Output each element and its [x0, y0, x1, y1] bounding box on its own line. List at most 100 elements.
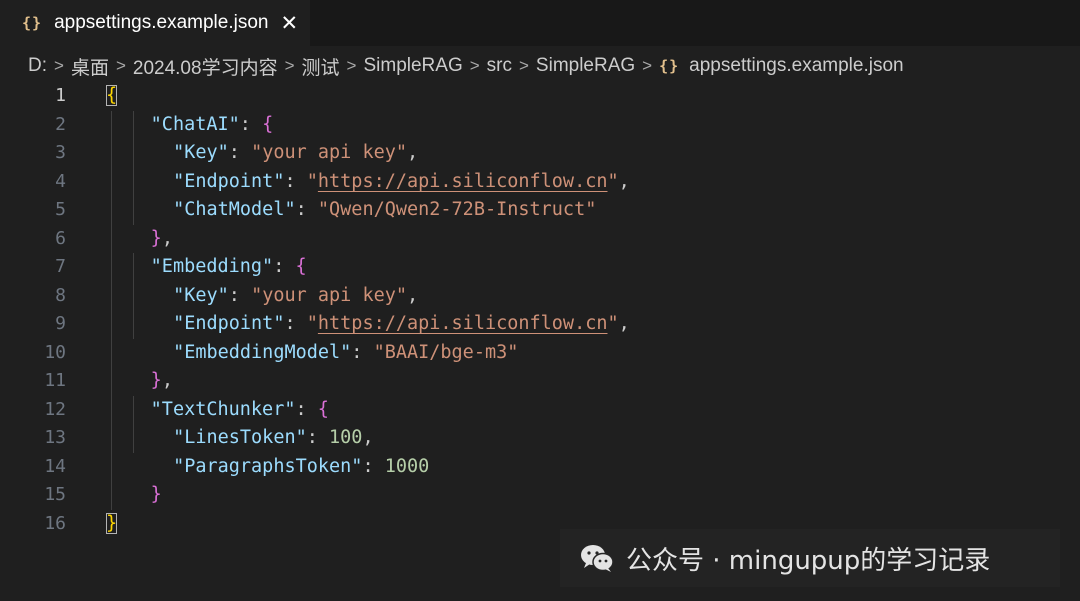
- code-line[interactable]: 4 "Endpoint": "https://api.siliconflow.c…: [0, 168, 1080, 197]
- line-number: 2: [55, 113, 66, 135]
- line-number: 1: [55, 85, 66, 106]
- code-line[interactable]: 12 "TextChunker": {: [0, 396, 1080, 425]
- code-token: ": [306, 170, 318, 192]
- line-number: 9: [55, 313, 66, 334]
- code-token: :: [295, 398, 318, 420]
- code-content: "ParagraphsToken": 1000: [151, 453, 429, 482]
- code-token: "Key": [173, 284, 229, 306]
- code-token: :: [228, 142, 252, 163]
- code-line[interactable]: 13 "LinesToken": 100,: [0, 424, 1080, 453]
- line-number: 15: [44, 484, 66, 505]
- code-token: "BAAI/bge-m3": [373, 341, 519, 363]
- line-number: 5: [55, 199, 66, 220]
- line-number: 3: [55, 142, 66, 163]
- watermark: 公众号 · mingupup的学习记录: [560, 529, 1060, 587]
- line-number: 7: [55, 256, 66, 277]
- code-token: }: [150, 370, 162, 391]
- code-content: },: [128, 225, 173, 254]
- breadcrumb-item-desktop[interactable]: 桌面: [71, 53, 109, 80]
- chevron-right-icon: >: [54, 56, 64, 75]
- code-token: 1000: [384, 455, 430, 477]
- code-line[interactable]: 8 "Key": "your api key",: [0, 282, 1080, 311]
- line-number: 10: [44, 341, 66, 363]
- code-token: ,: [161, 227, 173, 249]
- code-line[interactable]: 14 "ParagraphsToken": 1000: [0, 453, 1080, 482]
- tab-appsettings-example-json[interactable]: {} appsettings.example.json ✕: [0, 0, 310, 46]
- chevron-right-icon: >: [469, 56, 480, 75]
- json-braces-icon: {}: [22, 14, 43, 32]
- indent-guide: [133, 110, 135, 225]
- code-token: :: [306, 427, 330, 448]
- code-token: {: [106, 85, 118, 106]
- close-icon[interactable]: ✕: [280, 13, 298, 34]
- code-editor[interactable]: 1{2 "ChatAI": {3 "Key": "your api key", 4…: [0, 82, 1080, 601]
- code-token: "your api key": [251, 284, 407, 306]
- code-token: ,: [362, 427, 374, 448]
- code-content: "Endpoint": "https://api.siliconflow.cn"…: [151, 310, 630, 339]
- breadcrumb-item-src[interactable]: src: [487, 55, 512, 77]
- code-token: "Endpoint": [173, 313, 285, 334]
- line-number: 16: [44, 512, 66, 534]
- code-token: :: [284, 313, 307, 334]
- breadcrumb-item-drive[interactable]: D:: [28, 55, 47, 77]
- code-line[interactable]: 6 },: [0, 225, 1080, 254]
- tab-label: appsettings.example.json: [54, 12, 269, 33]
- code-line[interactable]: 10 "EmbeddingModel": "BAAI/bge-m3": [0, 339, 1080, 368]
- code-line[interactable]: 15 }: [0, 481, 1080, 510]
- code-token: "LinesToken": [173, 427, 307, 448]
- line-number: 11: [44, 370, 66, 391]
- code-token: ": [607, 313, 619, 334]
- breadcrumb-item-folder[interactable]: 2024.08学习内容: [133, 53, 278, 80]
- breadcrumb-item-simplerag[interactable]: SimpleRAG: [363, 55, 462, 77]
- code-token[interactable]: https://api.siliconflow.cn: [318, 313, 608, 334]
- wechat-icon: [581, 545, 614, 572]
- line-number: 12: [44, 398, 66, 420]
- code-line[interactable]: 7 "Embedding": {: [0, 253, 1080, 282]
- code-line[interactable]: 9 "Endpoint": "https://api.siliconflow.c…: [0, 310, 1080, 339]
- line-number: 14: [44, 455, 66, 477]
- code-token: {: [317, 398, 329, 420]
- code-token: ,: [618, 170, 630, 192]
- code-token: :: [228, 284, 252, 306]
- code-token: "ChatAI": [150, 113, 240, 135]
- breadcrumb-item-file[interactable]: appsettings.example.json: [689, 55, 903, 77]
- code-content: "Key": "your api key",: [151, 139, 418, 168]
- code-line[interactable]: 1{: [0, 82, 1080, 111]
- code-token: :: [362, 455, 385, 477]
- code-token: {: [295, 256, 307, 277]
- json-braces-icon: {}: [659, 57, 680, 75]
- code-content: "Key": "your api key",: [151, 282, 418, 311]
- code-content: "TextChunker": {: [128, 396, 329, 425]
- code-token[interactable]: https://api.siliconflow.cn: [318, 171, 608, 192]
- code-token: ,: [407, 142, 419, 163]
- code-token: {: [262, 113, 274, 135]
- code-token: ,: [161, 370, 173, 391]
- code-token: 100: [329, 427, 363, 448]
- code-line[interactable]: 5 "ChatModel": "Qwen/Qwen2-72B-Instruct": [0, 196, 1080, 225]
- code-token: "Endpoint": [173, 170, 285, 192]
- breadcrumb-item-test[interactable]: 测试: [302, 53, 340, 80]
- code-line[interactable]: 3 "Key": "your api key",: [0, 139, 1080, 168]
- code-line[interactable]: 11 },: [0, 367, 1080, 396]
- tab-bar: {} appsettings.example.json ✕: [0, 0, 1080, 46]
- code-token: ": [306, 313, 318, 334]
- code-content: "Embedding": {: [128, 253, 307, 282]
- indent-guide: [133, 253, 135, 339]
- code-line[interactable]: 2 "ChatAI": {: [0, 111, 1080, 140]
- code-token: ,: [407, 284, 419, 306]
- code-content: "LinesToken": 100,: [151, 424, 374, 453]
- indent-guide: [111, 110, 112, 510]
- code-token: "TextChunker": [150, 398, 296, 420]
- code-content: "Endpoint": "https://api.siliconflow.cn"…: [151, 168, 630, 197]
- breadcrumb-item-simplerag-project[interactable]: SimpleRAG: [536, 55, 635, 77]
- code-token: "ChatModel": [173, 199, 296, 220]
- chevron-right-icon: >: [346, 56, 357, 75]
- code-content: }: [106, 510, 118, 539]
